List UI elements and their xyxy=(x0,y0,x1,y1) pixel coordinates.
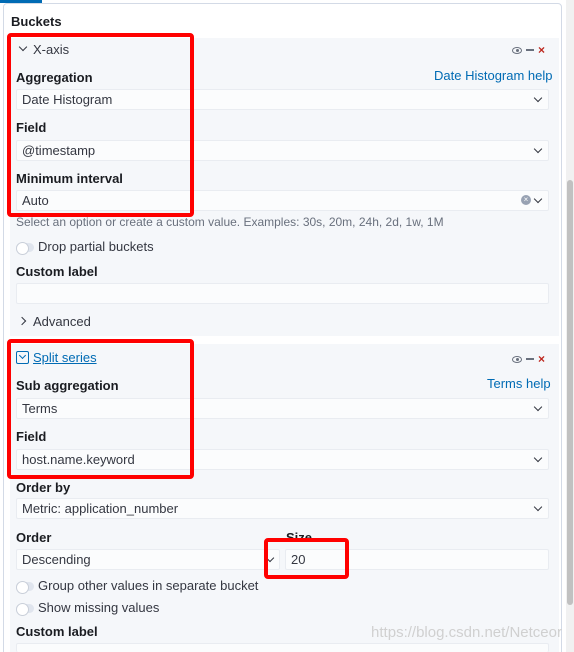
custom-label-input[interactable] xyxy=(16,283,549,304)
order-by-label: Order by xyxy=(16,480,71,495)
watermark: https://blog.csdn.net/Netceor xyxy=(371,624,562,641)
drag-handle-icon[interactable] xyxy=(526,49,534,51)
toggle-visibility-icon[interactable] xyxy=(512,355,522,363)
advanced-toggle[interactable]: Advanced xyxy=(33,314,91,329)
chevron-down-icon xyxy=(533,453,543,463)
order-label: Order xyxy=(16,530,52,545)
x-axis-controls: × xyxy=(512,44,545,56)
chevron-down-icon xyxy=(533,194,543,204)
annotation-box-size xyxy=(264,538,349,579)
drop-partial-label: Drop partial buckets xyxy=(38,239,154,254)
chevron-down-icon xyxy=(533,502,543,512)
order-by-select[interactable]: Metric: application_number xyxy=(16,498,549,519)
clear-icon[interactable]: × xyxy=(521,195,531,205)
interval-help-text: Select an option or create a custom valu… xyxy=(16,215,444,229)
order-value: Descending xyxy=(22,552,91,567)
scrollbar-thumb[interactable] xyxy=(567,180,573,605)
drag-handle-icon[interactable] xyxy=(526,358,534,360)
chevron-down-icon xyxy=(533,93,543,103)
drop-partial-toggle[interactable] xyxy=(16,242,34,255)
remove-icon[interactable]: × xyxy=(538,44,545,56)
annotation-box-x-axis xyxy=(7,33,194,217)
split-series-controls: × xyxy=(512,353,545,365)
custom-label-label: Custom label xyxy=(16,264,98,279)
terms-help-link[interactable]: Terms help xyxy=(487,376,551,391)
group-other-toggle[interactable] xyxy=(16,581,34,594)
date-histogram-help-link[interactable]: Date Histogram help xyxy=(434,68,553,83)
show-missing-label: Show missing values xyxy=(38,600,160,615)
show-missing-toggle[interactable] xyxy=(16,603,34,616)
chevron-down-icon xyxy=(533,402,543,412)
toggle-visibility-icon[interactable] xyxy=(512,46,522,54)
remove-icon[interactable]: × xyxy=(538,353,545,365)
order-by-value: Metric: application_number xyxy=(22,501,179,516)
split-custom-label-input[interactable] xyxy=(16,643,549,652)
buckets-title: Buckets xyxy=(11,14,62,29)
order-select[interactable]: Descending xyxy=(16,549,280,570)
chevron-down-icon xyxy=(533,144,543,154)
annotation-box-split-series xyxy=(7,339,194,479)
group-other-label: Group other values in separate bucket xyxy=(38,578,259,593)
split-custom-label-label: Custom label xyxy=(16,624,98,639)
